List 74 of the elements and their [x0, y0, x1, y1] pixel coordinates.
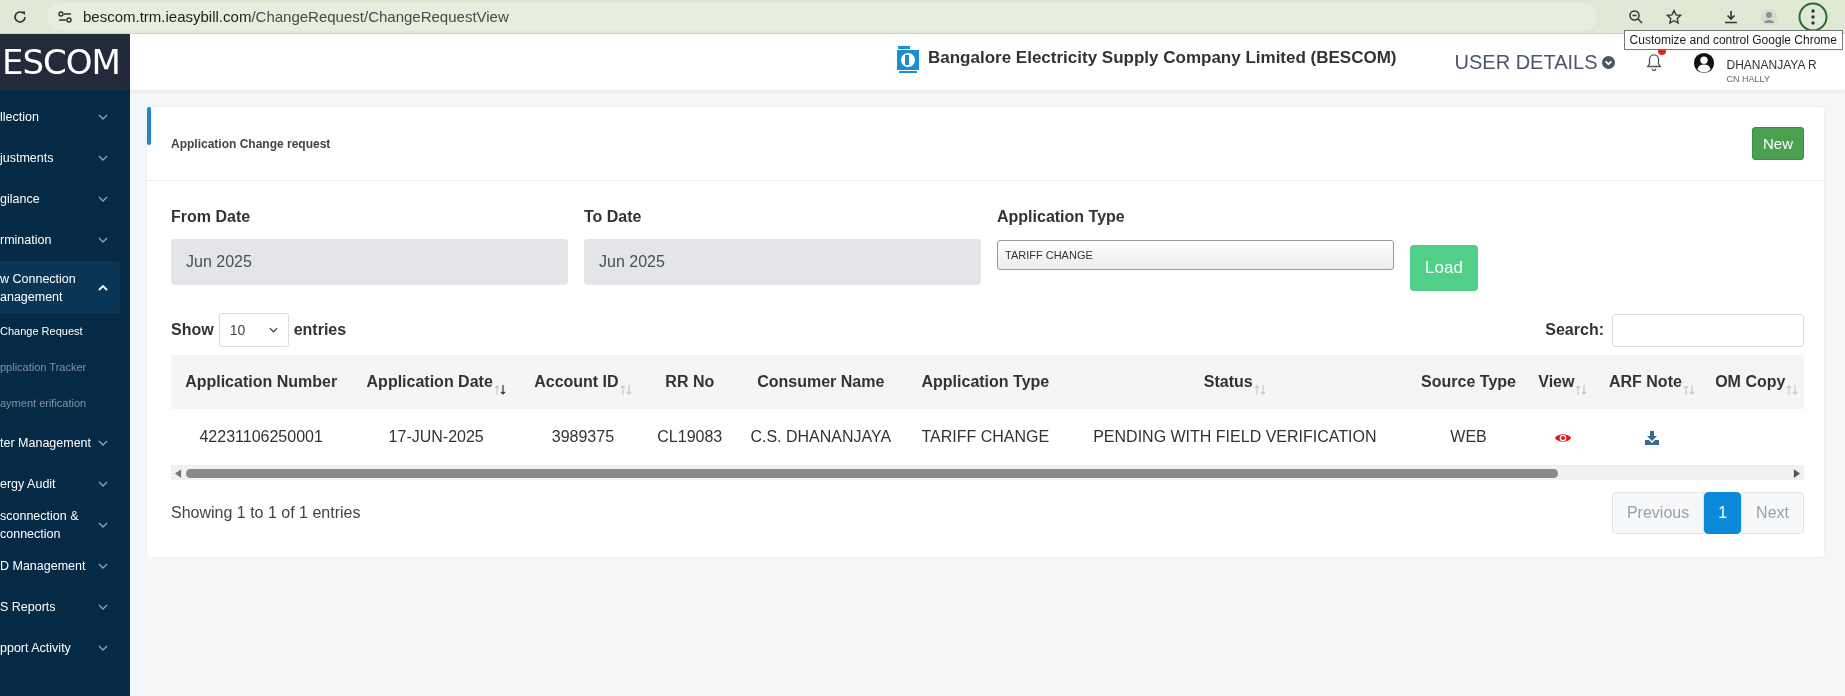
accent-bar: [147, 107, 151, 145]
table-cell: 42231106250001: [199, 428, 323, 445]
table-cell: 17-JUN-2025: [388, 428, 484, 445]
search-label: Search:: [1545, 321, 1604, 339]
profile-avatar[interactable]: [1761, 8, 1777, 25]
sidebar-item[interactable]: sconnection & connection: [0, 504, 120, 545]
chevron-down-icon: [98, 520, 108, 529]
dropdown-icon: [1601, 56, 1615, 69]
user-avatar[interactable]: [1692, 52, 1715, 74]
tooltip: Customize and control Google Chrome: [1623, 30, 1843, 50]
chevron-down-icon: [98, 194, 108, 203]
chevron-up-icon: [98, 283, 108, 292]
notification-badge: [1657, 49, 1666, 55]
chevron-down-icon: [98, 153, 108, 162]
table-cell: WEB: [1450, 428, 1487, 445]
star-icon[interactable]: [1666, 8, 1682, 25]
table-cell: TARIFF CHANGE: [921, 428, 1050, 445]
reload-icon[interactable]: [12, 8, 28, 25]
download-icon[interactable]: [1723, 8, 1739, 25]
table-cell: C.S. DHANANJAYA: [750, 428, 892, 445]
sidebar-item[interactable]: ergy Audit: [0, 463, 120, 504]
show-label: Show: [171, 321, 214, 339]
chevron-down-icon: [98, 112, 108, 121]
chevron-down-icon: [98, 602, 108, 611]
page-button[interactable]: 1: [1704, 492, 1742, 534]
sidebar-item[interactable]: D Management: [0, 545, 120, 586]
card-title: Application Change request: [171, 136, 332, 151]
sidebar-item[interactable]: justments: [0, 137, 120, 178]
table-cell: 3989375: [551, 428, 615, 445]
search-field[interactable]: [1612, 313, 1804, 347]
sidebar-item[interactable]: S Reports: [0, 586, 120, 627]
entries-info: Showing 1 to 1 of 1 entries: [171, 504, 361, 522]
user-details-menu[interactable]: USER DETAILS: [1454, 51, 1615, 74]
scroll-left-icon[interactable]: [175, 468, 182, 478]
sidebar-subitem[interactable]: ayment erification: [0, 386, 130, 422]
sidebar-subitem[interactable]: pplication Tracker: [0, 350, 130, 386]
chevron-down-icon: [98, 438, 108, 447]
horizontal-scrollbar[interactable]: [171, 466, 1804, 480]
scroll-right-icon[interactable]: [1793, 468, 1800, 478]
download-icon[interactable]: [1643, 429, 1660, 446]
chevron-down-icon: [98, 643, 108, 652]
zoom-icon[interactable]: [1628, 8, 1644, 25]
menu-icon[interactable]: [1798, 1, 1828, 32]
date-field[interactable]: Jun 2025: [584, 239, 981, 285]
chevron-down-icon: [98, 235, 108, 244]
sidebar-subitem[interactable]: Change Request: [0, 314, 130, 350]
user-name: DHANANJAYA R: [1726, 58, 1817, 72]
company-logo: [896, 45, 920, 75]
sidebar-item[interactable]: gilance: [0, 178, 120, 219]
type-dropdown[interactable]: TARIFF CHANGE: [997, 240, 1394, 270]
table-cell: PENDING WITH FIELD VERIFICATION: [1093, 428, 1377, 445]
chevron-down-icon: [268, 327, 278, 333]
column-header[interactable]: Status: [1203, 372, 1253, 392]
date-field[interactable]: Jun 2025: [171, 239, 568, 285]
site-info-icon[interactable]: [57, 8, 73, 25]
bell-icon[interactable]: [1644, 52, 1663, 72]
sidebar-item[interactable]: w Connection anagement: [0, 261, 120, 314]
sidebar-item[interactable]: pport Activity: [0, 627, 120, 668]
field-label: Application Type: [997, 208, 1126, 226]
url-host[interactable]: bescom.trm.ieasybill.com: [83, 8, 252, 25]
logo: ESCOM: [0, 34, 130, 90]
entries-dropdown[interactable]: 10: [218, 313, 289, 347]
sidebar-item[interactable]: ter Management: [0, 422, 120, 463]
field-label: To Date: [584, 208, 643, 226]
table-cell: CL19083: [657, 428, 723, 445]
user-location: CN HALLY: [1726, 74, 1771, 84]
sidebar-item[interactable]: llection: [0, 96, 120, 137]
chevron-down-icon: [98, 479, 108, 488]
entries-label: entries: [293, 321, 347, 339]
chevron-down-icon: [98, 561, 108, 570]
sidebar-item[interactable]: rmination: [0, 219, 120, 260]
url-path[interactable]: /ChangeRequest/ChangeRequestView: [251, 8, 509, 25]
company-name: Bangalore Electricity Supply Company Limited (BESCOM): [928, 48, 1397, 68]
field-label: From Date: [171, 208, 252, 226]
